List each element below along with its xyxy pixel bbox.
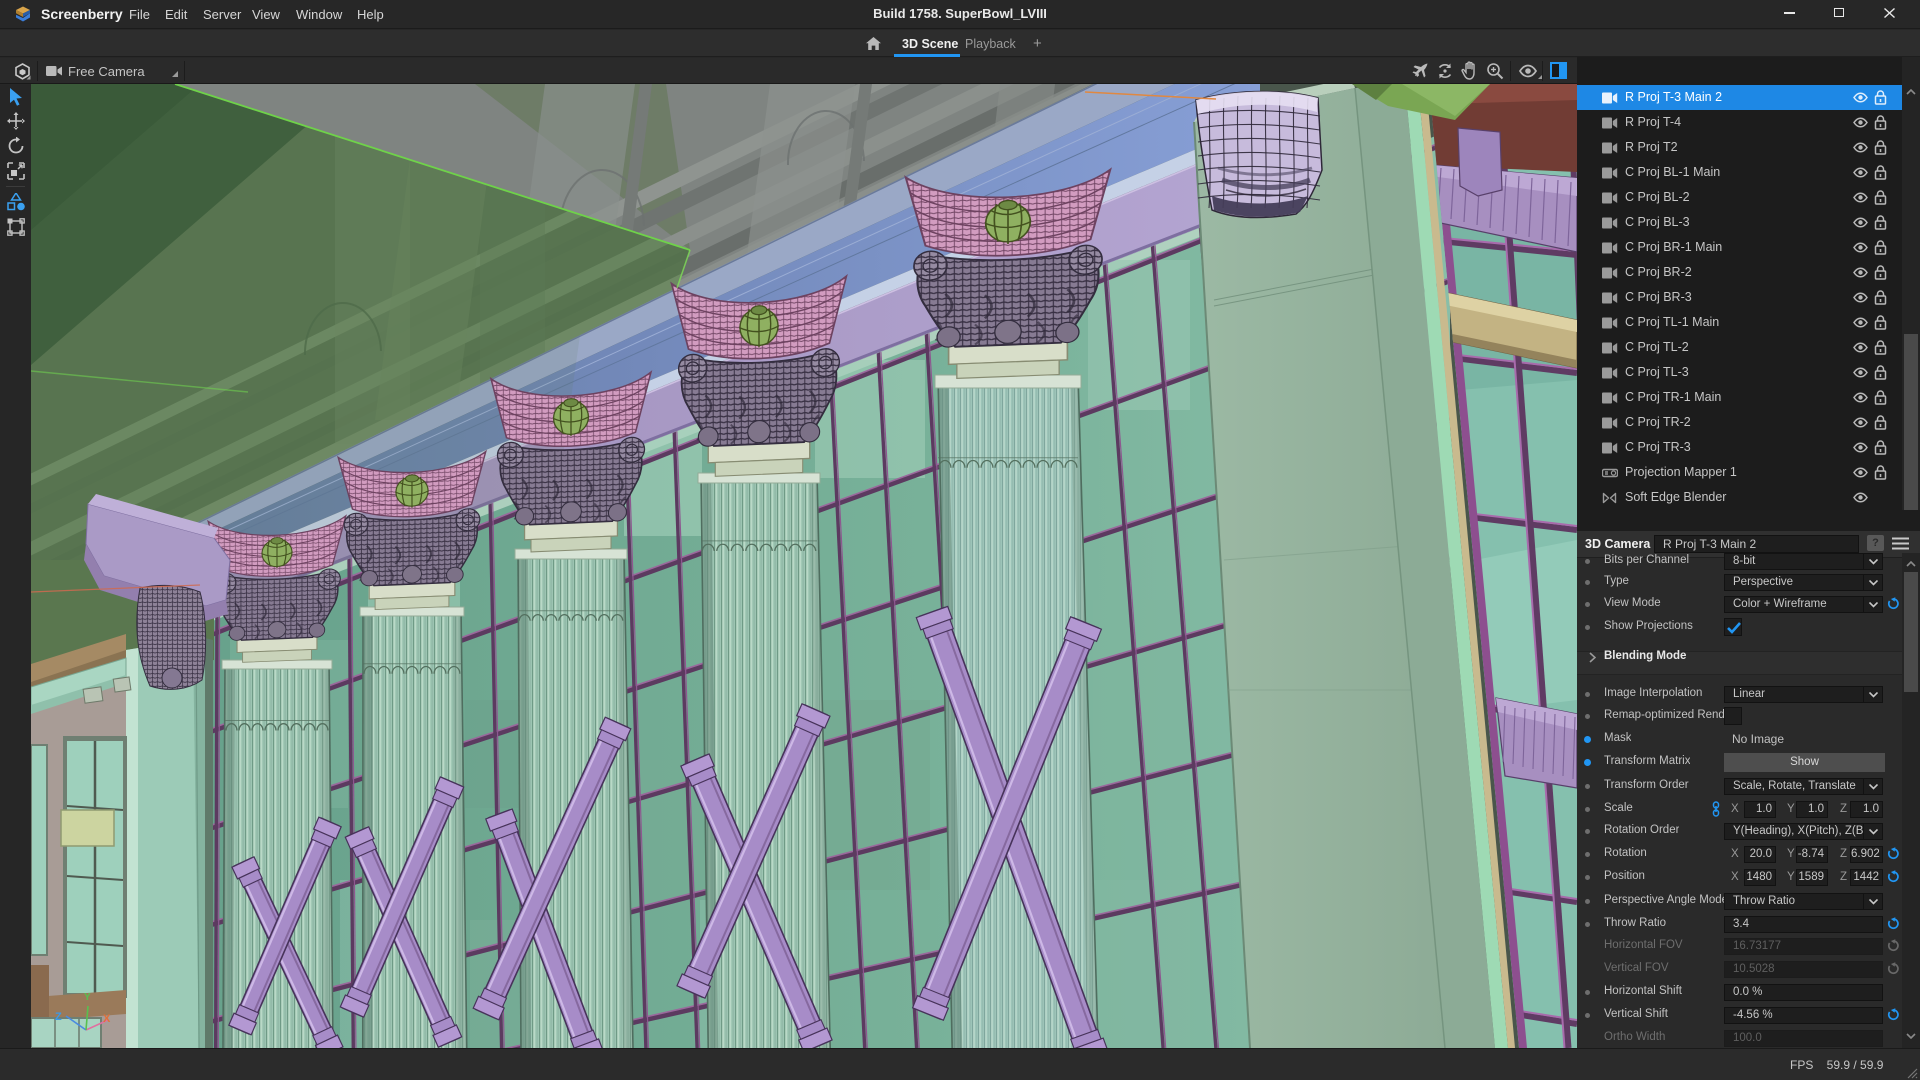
svg-text:Y: Y [84, 992, 91, 1003]
svg-text:Z: Z [55, 1011, 62, 1023]
svg-text:X: X [103, 1013, 111, 1025]
